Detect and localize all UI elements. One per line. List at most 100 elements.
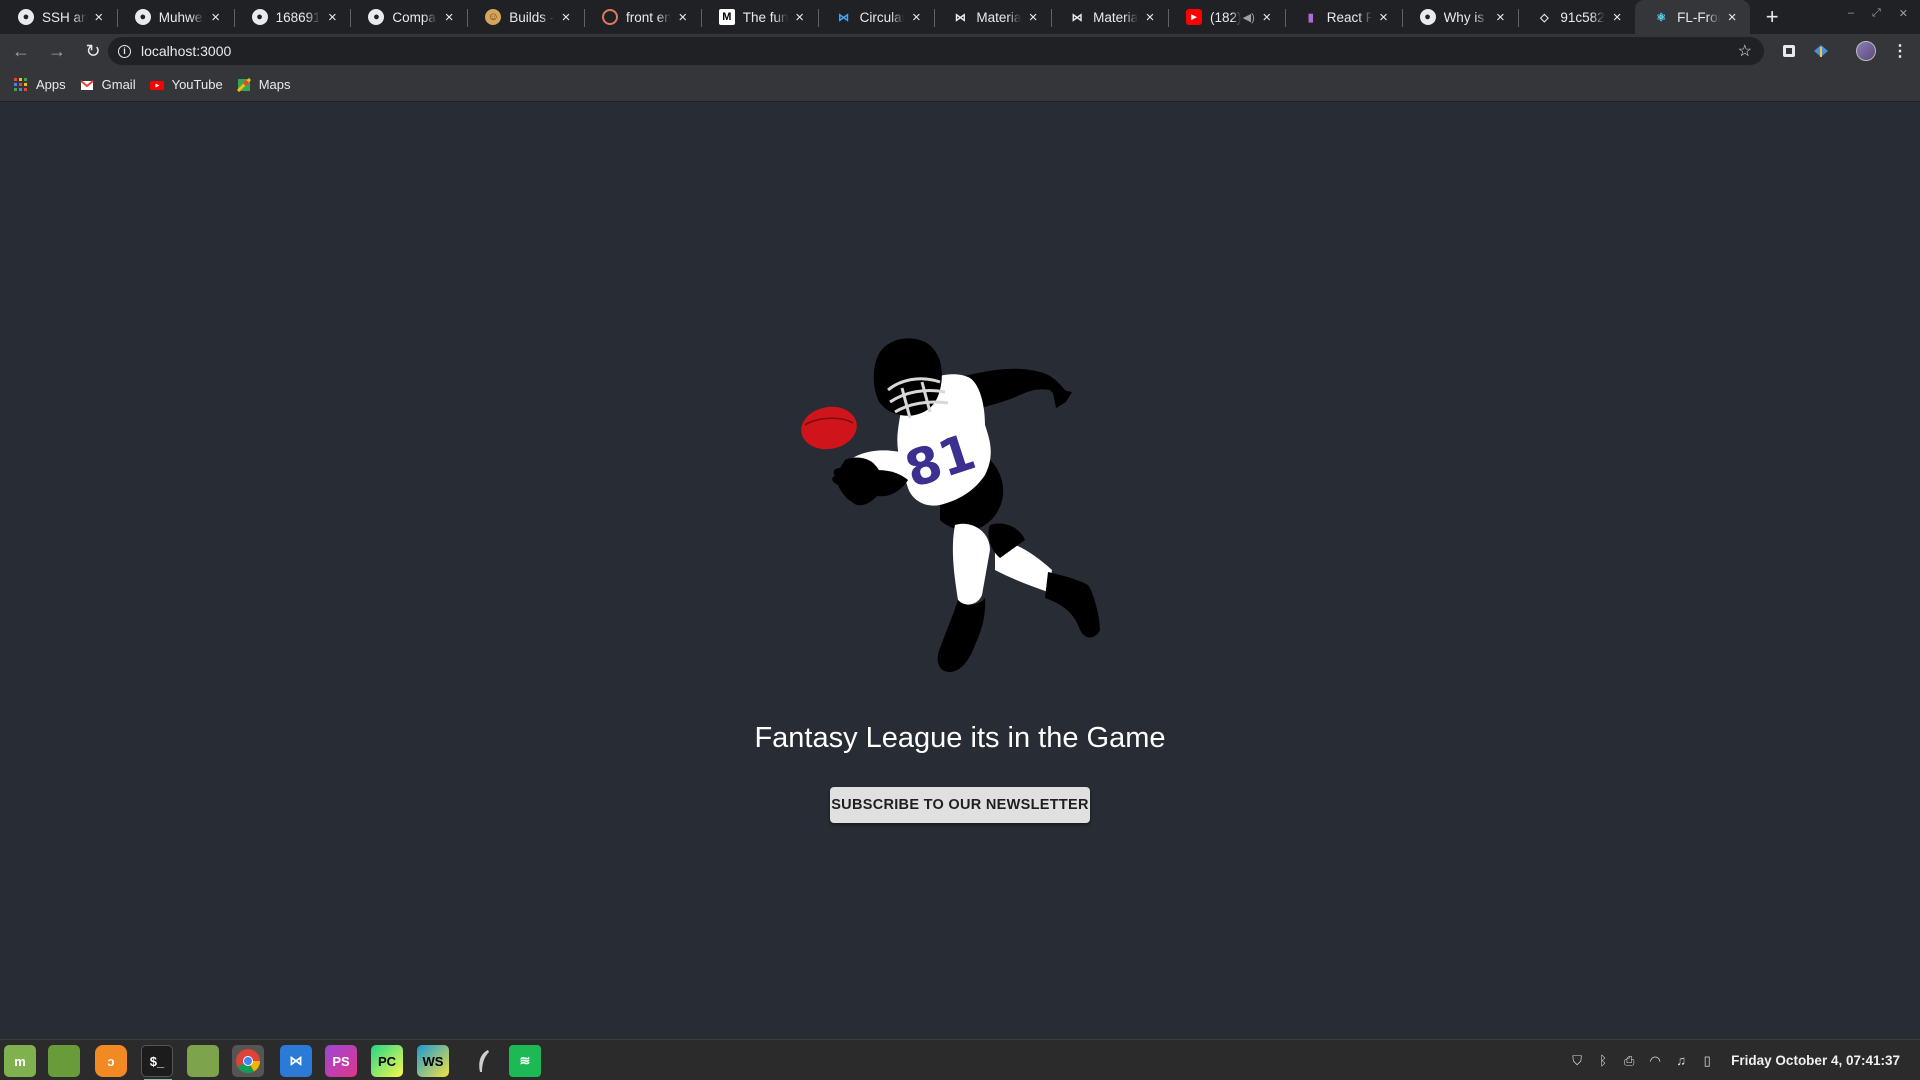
tab-title: Compari (392, 9, 437, 25)
browser-tab[interactable]: ☺ Builds - b × (467, 0, 584, 34)
tab-title: Material (976, 9, 1022, 25)
dev-icon (601, 9, 618, 25)
browser-tab[interactable]: ● Why is Gi × (1401, 0, 1519, 34)
shield-icon[interactable]: ⛉ (1569, 1053, 1585, 1069)
extension-icon[interactable] (1812, 42, 1830, 60)
football-player-logo: 81 (801, 338, 1100, 672)
close-icon[interactable]: × (208, 9, 224, 26)
close-icon[interactable]: × (908, 9, 924, 26)
battery-icon[interactable]: ▯ (1699, 1053, 1715, 1069)
browser-tab[interactable]: ◇ 91c5825 × (1518, 0, 1635, 34)
youtube-icon (149, 80, 164, 90)
git-icon: ◇ (1540, 11, 1549, 24)
close-icon[interactable]: × (1259, 9, 1275, 26)
browser-tab[interactable]: ● 1686910( × (233, 0, 351, 34)
window-controls: – ⤢ ✕ (1848, 7, 1908, 20)
tab-title: 1686910( (275, 9, 321, 25)
bookmark-label: Gmail (101, 77, 136, 92)
close-window-icon[interactable]: ✕ (1899, 7, 1908, 20)
browser-tab[interactable]: ▶ (182) ◀) × (1167, 0, 1285, 34)
react-course-icon: ▮ (1307, 11, 1314, 24)
wifi-icon[interactable]: ◠ (1647, 1053, 1663, 1069)
clock[interactable]: Friday October 4, 07:41:37 (1731, 1053, 1900, 1068)
apps-grid-icon (14, 77, 27, 91)
quill-glyph (479, 1050, 489, 1072)
github-icon: ● (368, 9, 385, 25)
bookmark-label: Apps (36, 77, 66, 92)
material-icon: ⋈ (1071, 11, 1083, 24)
tab-title: (182) (1209, 9, 1241, 25)
terminal-icon[interactable]: $_ (141, 1045, 173, 1080)
tab-title: front enc (625, 9, 671, 25)
close-icon[interactable]: × (1376, 9, 1392, 26)
phpstorm-icon[interactable]: PS (325, 1045, 357, 1077)
maps-icon (236, 77, 251, 92)
linux-mint-menu-icon[interactable]: m (4, 1045, 36, 1077)
close-icon[interactable]: × (1609, 9, 1625, 26)
extension-icon[interactable] (1780, 42, 1798, 60)
minimize-icon[interactable]: – (1848, 7, 1854, 20)
restore-icon[interactable]: ⤢ (1872, 7, 1881, 20)
browser-tab[interactable]: ⋈ Material × (1051, 0, 1168, 34)
back-button[interactable]: ← (6, 36, 36, 66)
browser-tab-active[interactable]: ⚛ FL-Fronte × (1635, 0, 1751, 34)
bookmark-star-icon[interactable]: ☆ (1738, 41, 1752, 61)
browser-tab[interactable]: ● Compari × (350, 0, 467, 34)
close-icon[interactable]: × (792, 9, 808, 26)
files-icon[interactable] (187, 1045, 219, 1077)
vscode-icon[interactable]: ⋈ (280, 1045, 312, 1077)
reload-button[interactable]: ↻ (78, 36, 108, 66)
firefox-icon[interactable]: ↄ (95, 1045, 127, 1077)
browser-tab[interactable]: front enc × (583, 0, 701, 34)
bookmark-label: YouTube (171, 77, 223, 92)
bookmark-label: Maps (258, 77, 291, 92)
github-icon: ● (18, 9, 34, 25)
browser-tab[interactable]: M The funct × (700, 0, 818, 34)
close-icon[interactable]: × (324, 9, 340, 26)
address-bar[interactable]: i localhost:3000 ☆ (108, 37, 1764, 65)
menu-icon[interactable]: ⋮ (1892, 41, 1908, 61)
medium-icon: M (718, 9, 735, 25)
printer-icon[interactable]: ⎙ (1621, 1053, 1637, 1069)
tab-title: Why is Gi (1443, 9, 1489, 25)
tab-title: Circular F (859, 9, 905, 25)
show-desktop-icon[interactable] (48, 1045, 80, 1077)
browser-tab[interactable]: ▮ React Fu × (1284, 0, 1402, 34)
browser-tab[interactable]: ⋈ Circular F × (817, 0, 935, 34)
close-icon[interactable]: × (1142, 9, 1158, 26)
webstorm-icon[interactable]: WS (417, 1045, 449, 1077)
tab-title: FL-Fronte (1677, 9, 1720, 25)
close-icon[interactable]: × (675, 9, 691, 26)
speaker-icon[interactable]: ◀) (1243, 11, 1255, 24)
info-icon[interactable]: i (118, 44, 131, 58)
bluetooth-icon[interactable]: ᛒ (1595, 1053, 1611, 1069)
pycharm-icon[interactable]: PC (371, 1045, 403, 1077)
bookmarks-bar: Apps Gmail YouTube Maps (0, 68, 1920, 102)
music-icon[interactable]: ♫ (1673, 1053, 1689, 1069)
spotify-icon[interactable]: ≋ (509, 1045, 541, 1077)
system-tray: ⛉ ᛒ ⎙ ◠ ♫ ▯ Friday October 4, 07:41:37 (1569, 1040, 1920, 1080)
profile-avatar[interactable] (1856, 41, 1876, 61)
browser-tab[interactable]: ● SSH and × (0, 0, 117, 34)
close-icon[interactable]: × (1724, 9, 1740, 26)
new-tab-button[interactable]: + (1758, 3, 1786, 31)
bookmark-maps[interactable]: Maps (236, 77, 291, 92)
subscribe-button[interactable]: SUBSCRIBE TO OUR NEWSLETTER (830, 787, 1090, 823)
close-icon[interactable]: × (558, 9, 574, 26)
react-icon: ⚛ (1656, 11, 1667, 24)
address-text[interactable]: localhost:3000 (141, 43, 231, 59)
close-icon[interactable]: × (1025, 9, 1041, 26)
bookmark-youtube[interactable]: YouTube (149, 77, 223, 92)
browser-tab[interactable]: ● Muhwezi × (116, 0, 234, 34)
inkscape-icon[interactable] (468, 1045, 500, 1077)
gmail-icon (80, 79, 94, 90)
close-icon[interactable]: × (1492, 9, 1508, 26)
forward-button[interactable]: → (42, 36, 72, 66)
tab-title: Muhwezi (158, 9, 204, 25)
close-icon[interactable]: × (91, 9, 107, 26)
bookmark-gmail[interactable]: Gmail (80, 77, 136, 92)
bookmark-apps[interactable]: Apps (14, 77, 66, 92)
chrome-icon[interactable] (232, 1045, 264, 1077)
close-icon[interactable]: × (441, 9, 457, 26)
browser-tab[interactable]: ⋈ Material × (934, 0, 1051, 34)
